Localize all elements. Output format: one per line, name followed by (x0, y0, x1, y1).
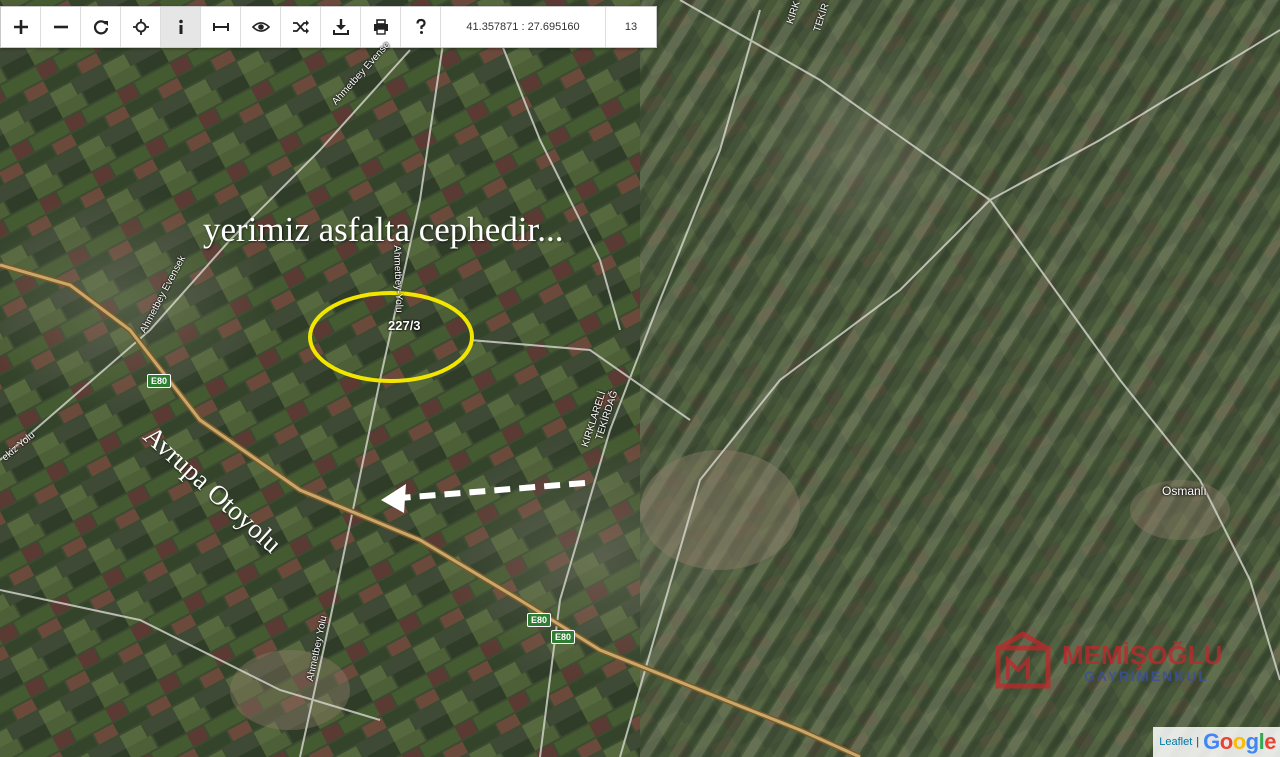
map-toolbar: 41.357871 : 27.695160 13 (0, 6, 657, 48)
plus-icon (13, 20, 28, 34)
info-icon (178, 19, 183, 34)
e80-shield-1: E80 (147, 374, 172, 388)
minus-icon (53, 25, 68, 29)
shuffle-button[interactable] (281, 7, 321, 47)
printer-icon (373, 19, 388, 35)
download-button[interactable] (321, 7, 361, 47)
e80-shield-2: E80 (527, 613, 552, 627)
zoom-level-readout: 13 (624, 21, 638, 33)
measure-button[interactable] (201, 7, 241, 47)
view-button[interactable] (241, 7, 281, 47)
question-icon (415, 18, 426, 34)
leaflet-link[interactable]: Leaflet (1159, 736, 1192, 748)
coordinate-readout: 41.357871 : 27.695160 (441, 7, 606, 47)
measure-icon (212, 23, 229, 31)
zoom-in-button[interactable] (1, 7, 41, 47)
refresh-icon (93, 20, 108, 35)
e80-shield-3: E80 (551, 630, 576, 644)
parcel-number-label: 227/3 (388, 318, 421, 333)
crosshair-icon (132, 19, 149, 35)
locate-button[interactable] (121, 7, 161, 47)
road-label-ahmetbey-yolu-top: Ahmetbey-Yolu (391, 245, 405, 313)
shuffle-icon (292, 20, 309, 34)
help-button[interactable] (401, 7, 441, 47)
map-attribution: Leaflet | Google (1153, 727, 1280, 757)
watermark: MEMİŞOĞLU GAYRİMENKUL (1062, 642, 1222, 684)
info-button[interactable] (161, 7, 201, 47)
watermark-brand-sub: GAYRİMENKUL (1084, 668, 1209, 684)
google-logo: Google (1203, 729, 1276, 754)
watermark-brand-name: MEMİŞOĞLU (1062, 640, 1223, 670)
download-icon (332, 19, 349, 35)
refresh-button[interactable] (81, 7, 121, 47)
attribution-separator: | (1196, 736, 1200, 748)
zoom-out-button[interactable] (41, 7, 81, 47)
print-button[interactable] (361, 7, 401, 47)
eye-icon (251, 22, 270, 32)
map-caption-text: yerimiz asfalta cephedir... (203, 210, 564, 249)
place-label-osmanli: Osmanlı (1162, 484, 1207, 498)
